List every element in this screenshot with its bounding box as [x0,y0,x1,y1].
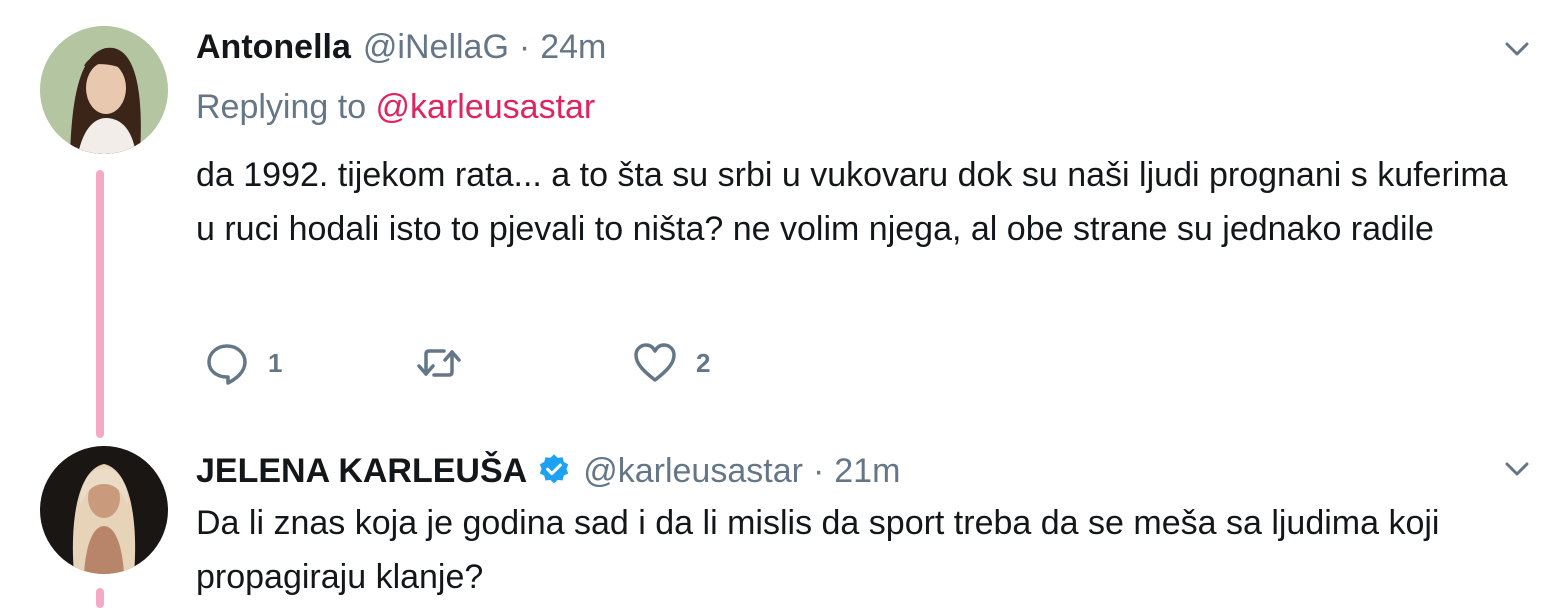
separator-dot: · [812,452,825,490]
verified-badge-icon [540,454,569,484]
tweet-header: Antonella @iNellaG · 24m [196,28,606,67]
tweet-text: da 1992. tijekom rata... a to šta su srb… [196,156,1508,248]
timestamp[interactable]: 21m [834,452,900,491]
reply-button[interactable]: 1 [204,340,282,386]
display-name[interactable]: JELENA KARLEUŠA [196,452,527,491]
chevron-down-icon[interactable] [1504,36,1530,62]
like-button[interactable]: 2 [632,340,710,386]
retweet-button[interactable] [416,340,462,386]
replying-to: Replying to @karleusastar [196,88,595,127]
separator-dot: · [518,28,531,66]
tweet-text: Da li znas koja je godina sad i da li mi… [196,504,1440,596]
reply-count: 1 [268,347,283,378]
replying-label: Replying to [196,88,376,126]
user-handle[interactable]: @karleusastar [583,452,803,491]
retweet-icon [417,349,461,377]
thread-line [96,170,104,438]
display-name[interactable]: Antonella [196,28,351,67]
timestamp[interactable]: 24m [540,28,606,67]
heart-icon [634,343,676,382]
like-count: 2 [696,347,711,378]
avatar[interactable] [40,26,168,154]
user-handle[interactable]: @iNellaG [363,28,509,67]
thread-line [96,588,104,608]
chevron-down-icon[interactable] [1504,456,1530,482]
reply-icon [207,344,247,385]
mention-link[interactable]: @karleusastar [376,88,596,126]
tweet-header: JELENA KARLEUŠA @karleusastar · 21m [196,448,900,491]
avatar[interactable] [40,446,168,574]
